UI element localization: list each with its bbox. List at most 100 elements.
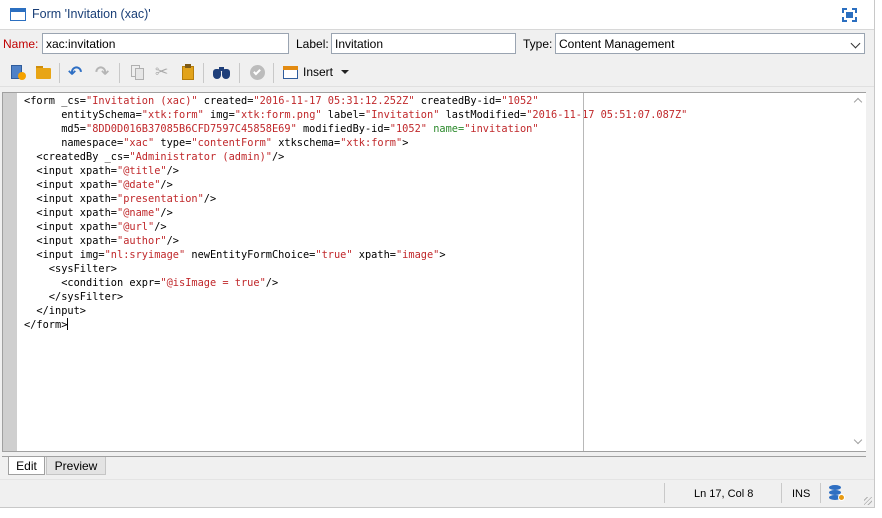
cut-icon[interactable]: ✂ bbox=[155, 64, 172, 81]
code-line[interactable]: <form _cs="Invitation (xac)" created="20… bbox=[24, 94, 687, 108]
code-token: </sysFilter> bbox=[24, 291, 124, 303]
copy-icon[interactable] bbox=[129, 64, 146, 81]
chevron-down-icon[interactable] bbox=[850, 34, 864, 53]
code-token: "@isImage = true" bbox=[160, 277, 266, 289]
code-token: "1052" bbox=[389, 123, 427, 135]
code-line[interactable]: <input xpath="@name"/> bbox=[24, 206, 687, 220]
scroll-down-icon[interactable] bbox=[853, 435, 863, 445]
code-token: /> bbox=[271, 151, 285, 163]
code-line[interactable]: <createdBy _cs="Administrator (admin)"/> bbox=[24, 150, 687, 164]
code-line[interactable]: entitySchema="xtk:form" img="xtk:form.pn… bbox=[24, 108, 687, 122]
status-divider bbox=[781, 483, 782, 503]
code-line[interactable]: </form> bbox=[24, 318, 687, 332]
code-token: "2016-11-17 05:51:07.087Z" bbox=[526, 109, 688, 121]
code-token: /> bbox=[166, 165, 180, 177]
database-icon[interactable] bbox=[829, 484, 845, 502]
code-token: /> bbox=[166, 235, 180, 247]
code-token: "Invitation" bbox=[365, 109, 440, 121]
label-label: Label: bbox=[296, 37, 329, 51]
name-field[interactable]: xac:invitation bbox=[42, 33, 289, 54]
code-token: "true" bbox=[315, 249, 353, 261]
code-token: modifiedBy-id= bbox=[296, 123, 390, 135]
code-token: "xtk:form.png" bbox=[234, 109, 322, 121]
paste-icon[interactable] bbox=[180, 64, 197, 81]
code-token: xtkschema= bbox=[272, 137, 341, 149]
scroll-up-icon[interactable] bbox=[853, 97, 863, 107]
insert-icon[interactable] bbox=[282, 64, 299, 81]
code-token: "@url" bbox=[117, 221, 155, 233]
tab-strip-divider bbox=[2, 456, 866, 457]
vertical-scrollbar[interactable] bbox=[851, 93, 866, 451]
maximize-icon[interactable] bbox=[842, 8, 857, 22]
code-token: "Invitation (xac)" bbox=[86, 95, 198, 107]
tab-preview[interactable]: Preview bbox=[46, 457, 106, 475]
code-token: "Administrator (admin)" bbox=[129, 151, 272, 163]
code-token: "xac" bbox=[123, 137, 155, 149]
code-line[interactable]: <input xpath="presentation"/> bbox=[24, 192, 687, 206]
code-line[interactable]: <condition expr="@isImage = true"/> bbox=[24, 276, 687, 290]
text-caret bbox=[67, 318, 69, 330]
name-label: Name: bbox=[3, 37, 39, 51]
code-token: "nl:sryimage" bbox=[104, 249, 186, 261]
redo-icon[interactable]: ↷ bbox=[95, 64, 112, 81]
code-token: <sysFilter> bbox=[24, 263, 117, 275]
insert-menu-button[interactable]: Insert bbox=[303, 65, 333, 79]
code-line[interactable]: <input xpath="author"/> bbox=[24, 234, 687, 248]
code-token: "xtk:form" bbox=[141, 109, 204, 121]
code-token: createdBy-id= bbox=[414, 95, 502, 107]
new-document-icon[interactable] bbox=[9, 64, 26, 81]
code-token: "1052" bbox=[501, 95, 539, 107]
code-line[interactable]: <input xpath="@url"/> bbox=[24, 220, 687, 234]
title-bar: Form 'Invitation (xac)' bbox=[0, 0, 874, 30]
code-line[interactable]: <input xpath="@title"/> bbox=[24, 164, 687, 178]
code-token: "image" bbox=[395, 249, 440, 261]
code-token: <condition expr= bbox=[24, 277, 161, 289]
type-label: Type: bbox=[523, 37, 553, 51]
code-line[interactable]: md5="8DD0D016B37085B6CFD7597C45858E69" m… bbox=[24, 122, 687, 136]
toolbar: ↶ ↷ ✂ Insert bbox=[0, 58, 874, 87]
toolbar-separator bbox=[239, 63, 240, 83]
code-token: "@name" bbox=[117, 207, 161, 219]
code-token: created= bbox=[197, 95, 254, 107]
chevron-down-icon[interactable] bbox=[341, 70, 349, 74]
code-editor[interactable]: <form _cs="Invitation (xac)" created="20… bbox=[2, 92, 866, 452]
code-token: name= bbox=[433, 123, 465, 135]
toolbar-separator bbox=[273, 63, 274, 83]
code-token: </input> bbox=[24, 305, 86, 317]
code-token: <input img= bbox=[24, 249, 105, 261]
code-token: namespace= bbox=[24, 137, 124, 149]
code-token: "2016-11-17 05:31:12.252Z" bbox=[253, 95, 415, 107]
label-field[interactable]: Invitation bbox=[331, 33, 516, 54]
code-line[interactable]: <input xpath="@date"/> bbox=[24, 178, 687, 192]
code-token: <input xpath= bbox=[24, 235, 117, 247]
open-folder-icon[interactable] bbox=[35, 64, 52, 81]
code-token: "contentForm" bbox=[191, 137, 272, 149]
code-token: md5= bbox=[24, 123, 86, 135]
editor-margin-line bbox=[583, 93, 584, 451]
code-line[interactable]: </input> bbox=[24, 304, 687, 318]
code-line[interactable]: </sysFilter> bbox=[24, 290, 687, 304]
check-icon[interactable] bbox=[249, 64, 266, 81]
code-line[interactable]: <input img="nl:sryimage" newEntityFormCh… bbox=[24, 248, 687, 262]
code-token: xpath= bbox=[352, 249, 396, 261]
form-editor-window: Form 'Invitation (xac)' Name: xac:invita… bbox=[0, 0, 875, 508]
type-select[interactable]: Content Management bbox=[555, 33, 865, 54]
toolbar-separator bbox=[119, 63, 120, 83]
status-divider bbox=[820, 483, 821, 503]
code-token: "invitation" bbox=[464, 123, 539, 135]
code-line[interactable]: <sysFilter> bbox=[24, 262, 687, 276]
binoculars-icon[interactable] bbox=[213, 64, 230, 81]
resize-grip[interactable] bbox=[864, 497, 872, 505]
code-token: lastModified= bbox=[439, 109, 527, 121]
toolbar-separator bbox=[203, 63, 204, 83]
code-token: /> bbox=[154, 221, 167, 233]
status-bar: Ln 17, Col 8 INS bbox=[0, 479, 874, 507]
code-token: /> bbox=[160, 207, 173, 219]
code-token: <input xpath= bbox=[24, 179, 117, 191]
code-token: /> bbox=[160, 179, 173, 191]
undo-icon[interactable]: ↶ bbox=[68, 64, 85, 81]
code-token: newEntityFormChoice= bbox=[185, 249, 316, 261]
tab-edit[interactable]: Edit bbox=[8, 457, 45, 475]
code-line[interactable]: namespace="xac" type="contentForm" xtksc… bbox=[24, 136, 687, 150]
code-content[interactable]: <form _cs="Invitation (xac)" created="20… bbox=[24, 94, 687, 332]
